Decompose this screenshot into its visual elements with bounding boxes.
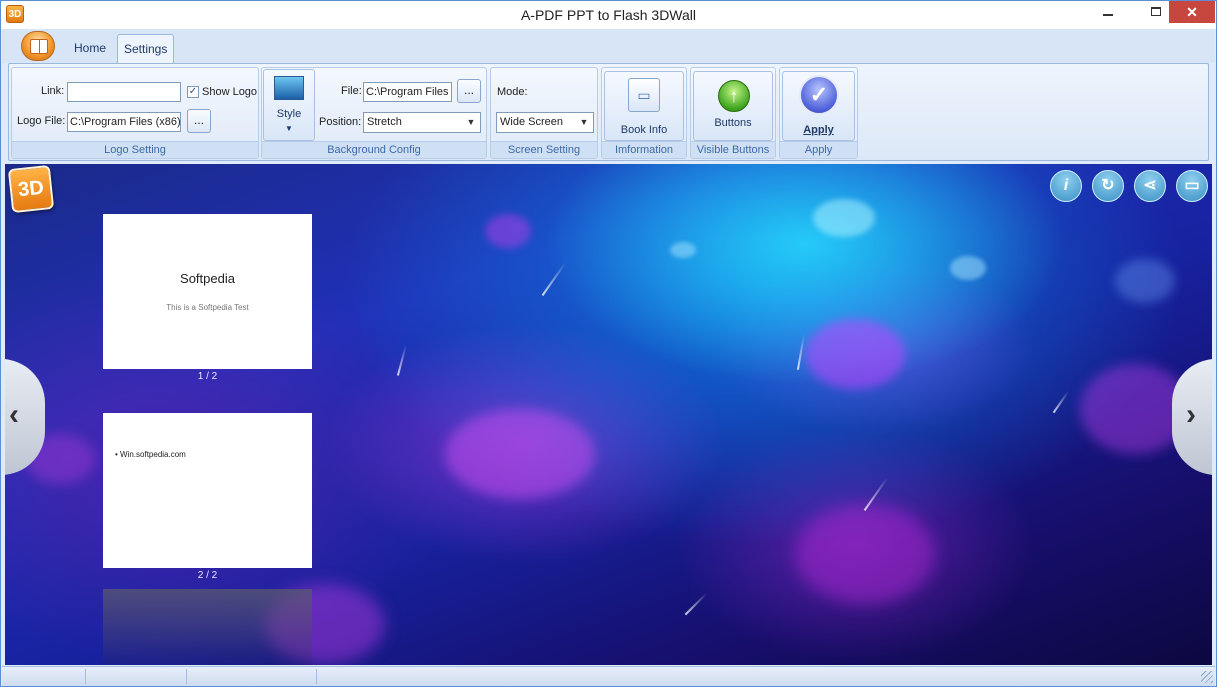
app-window: A-PDF PPT to Flash 3DWall 3D ✕ Home Sett… [0, 0, 1217, 687]
close-button[interactable]: ✕ [1169, 1, 1215, 23]
next-page-button[interactable]: › [1172, 359, 1212, 475]
screen-setting-group-label: Screen Setting [491, 141, 597, 158]
slide-title: Softpedia [180, 271, 235, 286]
information-group-label: Imformation [602, 141, 686, 158]
status-separator [85, 669, 86, 684]
slide-thumbnail-1[interactable]: Softpedia This is a Softpedia Test [103, 214, 312, 369]
position-value: Stretch [367, 116, 402, 128]
slide-bullet-text: Win.softpedia.com [120, 450, 186, 459]
tab-home[interactable]: Home [68, 34, 112, 63]
bokeh-light [485, 214, 531, 248]
slide-thumbnail-2[interactable]: • Win.softpedia.com [103, 413, 312, 568]
light-streak [1052, 390, 1070, 414]
slide-reflection [103, 589, 312, 665]
logo-file-label: Logo File: [17, 115, 66, 127]
tab-settings[interactable]: Settings [117, 34, 175, 63]
chevron-right-icon: › [1186, 398, 1196, 431]
refresh-icon[interactable]: ↻ [1092, 170, 1124, 202]
light-streak [396, 344, 408, 376]
style-icon [274, 76, 304, 100]
info-icon[interactable]: i [1050, 170, 1082, 202]
information-group: ▭ Book Info Imformation [601, 67, 687, 159]
light-streak [796, 334, 806, 370]
background-config-group-label: Background Config [262, 141, 486, 158]
chevron-left-icon: ‹ [9, 398, 19, 431]
light-streak [541, 262, 567, 296]
bokeh-light [950, 256, 986, 280]
light-streak [684, 592, 708, 616]
maximize-icon [1151, 7, 1161, 16]
book-icon [30, 39, 48, 54]
position-select[interactable]: Stretch ▼ [363, 112, 481, 133]
maximize-button[interactable] [1143, 1, 1169, 23]
bokeh-light [805, 319, 905, 389]
slide-page-number: 1 / 2 [197, 371, 218, 382]
buttons-button[interactable]: ↑ Buttons [693, 71, 773, 141]
slide-page-number: 2 / 2 [197, 570, 218, 581]
bokeh-light [1115, 259, 1175, 303]
logo-setting-group: Link: ✓ Show Logo Logo File: C:\Program … [11, 67, 259, 159]
ribbon-tab-bar: Home Settings [2, 29, 1215, 63]
mode-label: Mode: [497, 86, 528, 98]
bokeh-light [670, 242, 696, 258]
style-dropdown-icon: ▼ [285, 124, 293, 133]
check-icon: ✓ [188, 86, 198, 97]
resize-grip[interactable] [1201, 671, 1213, 683]
slide-subtitle: This is a Softpedia Test [166, 303, 249, 312]
3d-logo: 3D [7, 164, 55, 214]
bokeh-light [795, 504, 935, 604]
show-logo-label: Show Logo [202, 86, 258, 98]
minimize-icon [1103, 14, 1113, 16]
background-config-group: Style ▼ File: C:\Program Files ( ... Pos… [261, 67, 487, 159]
visible-buttons-group: ↑ Buttons Visible Buttons [690, 67, 776, 159]
checkmark-icon: ✓ [799, 75, 839, 115]
mode-select[interactable]: Wide Screen ▼ [496, 112, 594, 133]
book-icon: ▭ [628, 78, 660, 112]
chevron-down-icon: ▼ [579, 117, 589, 127]
position-label: Position: [319, 116, 362, 128]
bokeh-light [813, 199, 875, 237]
fullscreen-icon[interactable]: ▭ [1176, 170, 1208, 202]
style-button[interactable]: Style ▼ [263, 69, 315, 141]
title-bar: A-PDF PPT to Flash 3DWall 3D ✕ [1, 1, 1216, 29]
slide-bullet: • Win.softpedia.com [115, 450, 186, 459]
apply-group-label: Apply [780, 141, 857, 158]
mode-value: Wide Screen [500, 116, 563, 128]
background-file-input[interactable]: C:\Program Files ( [363, 82, 452, 102]
book-info-button[interactable]: ▭ Book Info [604, 71, 684, 141]
logo-setting-group-label: Logo Setting [12, 141, 258, 158]
share-icon[interactable]: ⋖ [1134, 170, 1166, 202]
window-title: A-PDF PPT to Flash 3DWall [520, 7, 697, 23]
chevron-down-icon: ▼ [466, 117, 476, 127]
link-input[interactable] [67, 82, 181, 102]
status-separator [186, 669, 187, 684]
apply-label: Apply [803, 124, 834, 136]
file-label: File: [341, 85, 362, 97]
close-icon: ✕ [1186, 4, 1198, 20]
book-info-label: Book Info [620, 124, 668, 136]
apply-group: ✓ Apply Apply [779, 67, 858, 159]
app-icon[interactable]: 3D [6, 5, 24, 23]
apply-button[interactable]: ✓ Apply [782, 71, 855, 141]
background-file-browse-button[interactable]: ... [457, 79, 481, 103]
status-separator [316, 669, 317, 684]
ribbon-panel: Link: ✓ Show Logo Logo File: C:\Program … [8, 63, 1209, 161]
bokeh-light [445, 409, 595, 499]
arrow-up-icon: ↑ [718, 80, 750, 112]
minimize-button[interactable] [1095, 1, 1121, 23]
show-logo-checkbox[interactable]: ✓ [187, 86, 199, 98]
logo-file-input[interactable]: C:\Program Files (x86)\ [67, 112, 181, 132]
style-label: Style [276, 108, 302, 120]
buttons-label: Buttons [714, 117, 752, 129]
status-bar [2, 666, 1215, 686]
logo-file-browse-button[interactable]: ... [187, 109, 211, 133]
link-label: Link: [41, 85, 65, 97]
application-menu-button[interactable] [21, 31, 55, 61]
visible-buttons-group-label: Visible Buttons [691, 141, 775, 158]
flash-3dwall-viewer: 3D i ↻ ⋖ ▭ Softpedia This is a Softpedia… [5, 164, 1212, 665]
screen-setting-group: Mode: Wide Screen ▼ Screen Setting [490, 67, 598, 159]
